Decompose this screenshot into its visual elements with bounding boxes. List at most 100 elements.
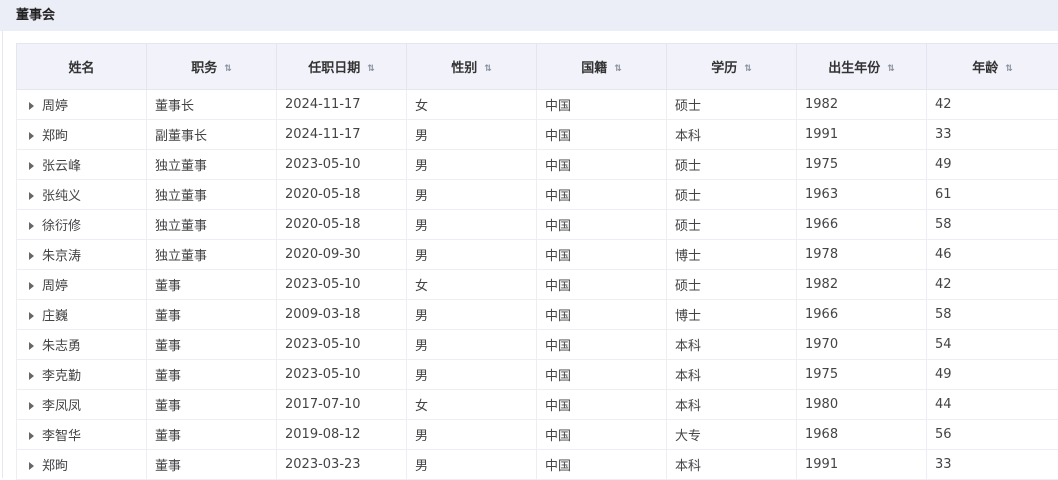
column-header-position[interactable]: 职务⇅ xyxy=(147,44,277,90)
cell-age: 42 xyxy=(927,270,1058,300)
cell-text: 33 xyxy=(935,457,952,472)
cell-text: 中国 xyxy=(545,399,571,414)
cell-name: 李凤凤 xyxy=(17,390,147,420)
cell-appointment-date: 2023-05-10 xyxy=(277,270,407,300)
cell-age: 49 xyxy=(927,360,1058,390)
cell-text: 1963 xyxy=(805,187,838,202)
cell-age: 42 xyxy=(927,90,1058,120)
table-row[interactable]: 周婷董事长2024-11-17女中国硕士198242 xyxy=(17,90,1058,120)
cell-education: 博士 xyxy=(667,300,797,330)
table-row[interactable]: 郑昫董事2023-03-23男中国本科199133 xyxy=(17,450,1058,480)
expand-caret-icon[interactable] xyxy=(29,282,34,290)
cell-text: 2009-03-18 xyxy=(285,307,361,322)
column-header-age[interactable]: 年龄⇅ xyxy=(927,44,1058,90)
cell-text: 1982 xyxy=(805,97,838,112)
cell-text: 61 xyxy=(935,187,952,202)
cell-position: 独立董事 xyxy=(147,150,277,180)
cell-text: 2024-11-17 xyxy=(285,127,361,142)
column-header-birth-year[interactable]: 出生年份⇅ xyxy=(797,44,927,90)
cell-text: 董事 xyxy=(155,429,181,444)
sort-icon[interactable]: ⇅ xyxy=(744,64,752,74)
cell-age: 33 xyxy=(927,120,1058,150)
table-row[interactable]: 朱志勇董事2023-05-10男中国本科197054 xyxy=(17,330,1058,360)
cell-age: 61 xyxy=(927,180,1058,210)
cell-text: 中国 xyxy=(545,219,571,234)
expand-caret-icon[interactable] xyxy=(29,102,34,110)
column-header-label: 姓名 xyxy=(68,61,94,76)
expand-caret-icon[interactable] xyxy=(29,132,34,140)
expand-caret-icon[interactable] xyxy=(29,462,34,470)
expand-caret-icon[interactable] xyxy=(29,432,34,440)
expand-caret-icon[interactable] xyxy=(29,222,34,230)
cell-text: 李凤凤 xyxy=(42,399,81,414)
expand-caret-icon[interactable] xyxy=(29,192,34,200)
expand-caret-icon[interactable] xyxy=(29,162,34,170)
expand-caret-icon[interactable] xyxy=(29,252,34,260)
sort-icon[interactable]: ⇅ xyxy=(887,64,895,74)
sort-icon[interactable]: ⇅ xyxy=(224,64,232,74)
cell-name: 周婷 xyxy=(17,270,147,300)
cell-position: 董事 xyxy=(147,270,277,300)
sort-icon[interactable]: ⇅ xyxy=(614,64,622,74)
cell-name: 徐衍修 xyxy=(17,210,147,240)
cell-text: 女 xyxy=(415,99,428,114)
table-row[interactable]: 李凤凤董事2017-07-10女中国本科198044 xyxy=(17,390,1058,420)
cell-text: 博士 xyxy=(675,309,701,324)
column-header-education[interactable]: 学历⇅ xyxy=(667,44,797,90)
cell-education: 本科 xyxy=(667,390,797,420)
sort-icon[interactable]: ⇅ xyxy=(484,64,492,74)
cell-name: 周婷 xyxy=(17,90,147,120)
column-header-appointment-date[interactable]: 任职日期⇅ xyxy=(277,44,407,90)
table-row[interactable]: 张纯义独立董事2020-05-18男中国硕士196361 xyxy=(17,180,1058,210)
column-header-nationality[interactable]: 国籍⇅ xyxy=(537,44,667,90)
cell-text: 2023-05-10 xyxy=(285,277,361,292)
cell-name: 郑昫 xyxy=(17,120,147,150)
sort-icon[interactable]: ⇅ xyxy=(1005,64,1013,74)
cell-birth-year: 1975 xyxy=(797,150,927,180)
cell-name: 李克勤 xyxy=(17,360,147,390)
column-header-name: 姓名 xyxy=(17,44,147,90)
table-row[interactable]: 张云峰独立董事2023-05-10男中国硕士197549 xyxy=(17,150,1058,180)
cell-text: 男 xyxy=(415,129,428,144)
cell-text: 33 xyxy=(935,127,952,142)
expand-caret-icon[interactable] xyxy=(29,372,34,380)
cell-gender: 男 xyxy=(407,120,537,150)
expand-caret-icon[interactable] xyxy=(29,342,34,350)
sort-icon[interactable]: ⇅ xyxy=(367,64,375,74)
table-row[interactable]: 郑昫副董事长2024-11-17男中国本科199133 xyxy=(17,120,1058,150)
cell-text: 2020-05-18 xyxy=(285,187,361,202)
cell-gender: 女 xyxy=(407,270,537,300)
table-header-row: 姓名 职务⇅任职日期⇅性别⇅国籍⇅学历⇅出生年份⇅年龄⇅ xyxy=(17,44,1058,90)
cell-text: 大专 xyxy=(675,429,701,444)
cell-text: 中国 xyxy=(545,129,571,144)
cell-text: 42 xyxy=(935,97,952,112)
cell-text: 54 xyxy=(935,337,952,352)
cell-text: 董事 xyxy=(155,459,181,474)
table-row[interactable]: 朱京涛独立董事2020-09-30男中国博士197846 xyxy=(17,240,1058,270)
cell-text: 庄巍 xyxy=(42,309,68,324)
cell-text: 1966 xyxy=(805,307,838,322)
column-header-gender[interactable]: 性别⇅ xyxy=(407,44,537,90)
cell-education: 硕士 xyxy=(667,210,797,240)
cell-gender: 男 xyxy=(407,360,537,390)
expand-caret-icon[interactable] xyxy=(29,312,34,320)
table-row[interactable]: 庄巍董事2009-03-18男中国博士196658 xyxy=(17,300,1058,330)
cell-text: 董事 xyxy=(155,309,181,324)
cell-text: 42 xyxy=(935,277,952,292)
cell-text: 董事 xyxy=(155,399,181,414)
cell-text: 中国 xyxy=(545,429,571,444)
cell-text: 董事 xyxy=(155,279,181,294)
table-row[interactable]: 李克勤董事2023-05-10男中国本科197549 xyxy=(17,360,1058,390)
cell-text: 男 xyxy=(415,459,428,474)
cell-text: 郑昫 xyxy=(42,129,68,144)
cell-age: 56 xyxy=(927,420,1058,450)
cell-birth-year: 1963 xyxy=(797,180,927,210)
expand-caret-icon[interactable] xyxy=(29,402,34,410)
cell-appointment-date: 2023-05-10 xyxy=(277,360,407,390)
table-row[interactable]: 徐衍修独立董事2020-05-18男中国硕士196658 xyxy=(17,210,1058,240)
cell-position: 董事 xyxy=(147,390,277,420)
table-row[interactable]: 李智华董事2019-08-12男中国大专196856 xyxy=(17,420,1058,450)
cell-birth-year: 1970 xyxy=(797,330,927,360)
table-row[interactable]: 周婷董事2023-05-10女中国硕士198242 xyxy=(17,270,1058,300)
cell-text: 1978 xyxy=(805,247,838,262)
